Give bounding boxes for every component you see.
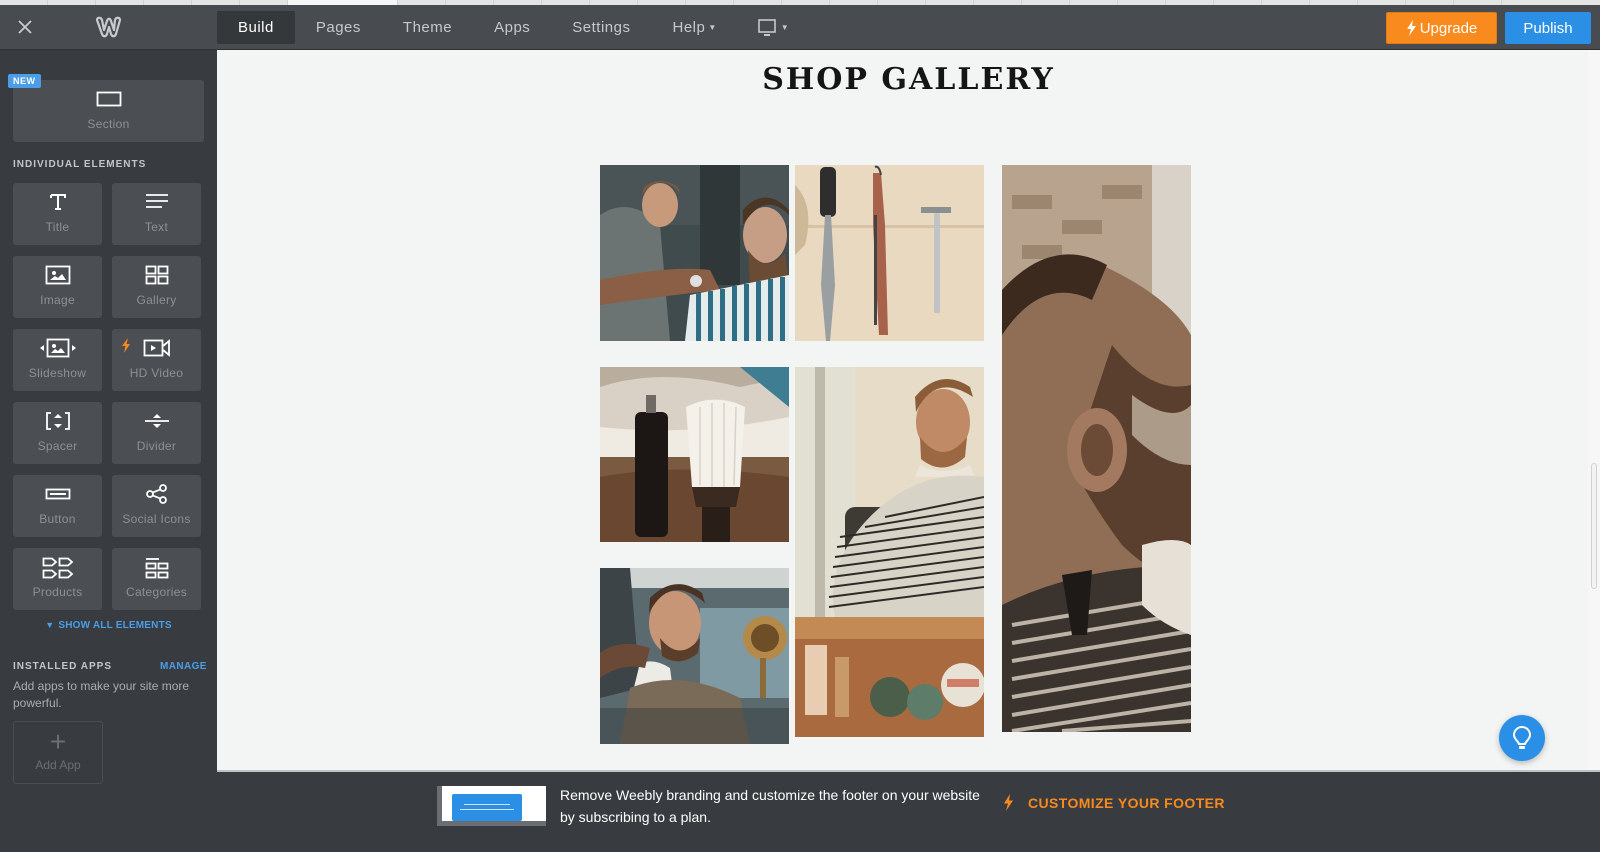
close-editor-button[interactable]: [14, 16, 36, 38]
page-title[interactable]: SHOP GALLERY: [217, 62, 1600, 97]
lightbulb-icon: [1512, 725, 1532, 749]
title-t-icon: [49, 194, 66, 210]
plus-icon: +: [49, 726, 67, 757]
installed-apps-heading: INSTALLED APPS: [13, 661, 113, 672]
text-lines-icon: [145, 194, 168, 208]
canvas-scrollbar[interactable]: [1588, 50, 1600, 770]
element-title[interactable]: Title: [13, 183, 102, 245]
element-slideshow-label: Slideshow: [28, 366, 87, 380]
nav-apps[interactable]: Apps: [473, 11, 551, 44]
lightning-bolt-icon: [1406, 20, 1416, 36]
main-nav: Build Pages Theme Apps Settings Help ▼ ▼: [217, 11, 809, 44]
triangle-down-icon: ▼: [45, 620, 55, 630]
gallery-grid-icon: [145, 265, 168, 285]
element-gallery-label: Gallery: [136, 293, 177, 307]
element-spacer[interactable]: Spacer: [13, 402, 102, 464]
categories-icon: [145, 558, 168, 579]
nav-build-label: Build: [238, 19, 274, 36]
gallery-photo-neck-duster[interactable]: [600, 367, 789, 542]
gallery-photo-man-barber-chair[interactable]: [795, 367, 984, 737]
premium-bolt-icon: [122, 338, 130, 353]
element-slideshow[interactable]: Slideshow: [13, 329, 102, 391]
nav-help[interactable]: Help ▼: [652, 11, 738, 44]
element-hd-video-label: HD Video: [129, 366, 184, 380]
element-social-icons[interactable]: Social Icons: [112, 475, 201, 537]
nav-theme-label: Theme: [402, 19, 453, 36]
gallery-photo-man-in-suit[interactable]: [600, 568, 789, 744]
add-app-label: Add App: [35, 758, 81, 772]
element-text[interactable]: Text: [112, 183, 201, 245]
device-preview-button[interactable]: ▼: [738, 11, 809, 44]
section-label: Section: [87, 117, 130, 131]
element-spacer-label: Spacer: [37, 439, 78, 453]
video-camera-icon: [143, 339, 170, 357]
close-icon: [18, 20, 32, 34]
share-icon: [145, 484, 167, 504]
footer-upsell-message: Remove Weebly branding and customize the…: [560, 787, 980, 825]
footer-upsell-bar: Remove Weebly branding and customize the…: [217, 770, 1600, 852]
gallery-photo-barber-haircut[interactable]: [600, 165, 789, 341]
element-divider-label: Divider: [136, 439, 177, 453]
nav-pages[interactable]: Pages: [295, 11, 382, 44]
nav-build[interactable]: Build: [217, 11, 295, 44]
show-all-elements-link[interactable]: ▼ SHOW ALL ELEMENTS: [0, 620, 217, 631]
scrollbar-thumb[interactable]: [1591, 463, 1597, 589]
weebly-logo-icon: [95, 16, 122, 38]
image-icon: [45, 265, 70, 285]
page-canvas: SHOP GALLERY: [217, 50, 1600, 770]
element-image-label: Image: [40, 293, 75, 307]
element-gallery[interactable]: Gallery: [112, 256, 201, 318]
elements-grid: Title Text Image Gallery Slideshow HD Vi…: [13, 183, 204, 610]
element-button-label: Button: [39, 512, 76, 526]
spacer-icon: [45, 412, 70, 430]
nav-theme[interactable]: Theme: [382, 11, 473, 44]
weebly-logo[interactable]: [94, 15, 122, 39]
manage-apps-link[interactable]: MANAGE: [160, 661, 207, 672]
customize-footer-label: CUSTOMIZE YOUR FOOTER: [1028, 794, 1225, 811]
upgrade-button[interactable]: Upgrade: [1386, 12, 1497, 44]
element-text-label: Text: [144, 220, 169, 234]
nav-apps-label: Apps: [494, 19, 531, 36]
customize-footer-link[interactable]: CUSTOMIZE YOUR FOOTER: [1003, 794, 1225, 811]
element-categories-label: Categories: [125, 585, 188, 599]
publish-label: Publish: [1523, 19, 1573, 37]
caret-down-icon: ▼: [708, 23, 717, 32]
publish-button[interactable]: Publish: [1505, 12, 1591, 44]
nav-settings[interactable]: Settings: [551, 11, 651, 44]
show-all-label: SHOW ALL ELEMENTS: [58, 620, 172, 631]
products-tags-icon: [42, 557, 73, 579]
element-social-icons-label: Social Icons: [122, 512, 191, 526]
elements-sidebar: NEW Section INDIVIDUAL ELEMENTS Title Te…: [0, 50, 217, 852]
section-element[interactable]: Section: [13, 80, 204, 142]
element-title-label: Title: [45, 220, 70, 234]
slideshow-icon: [39, 338, 76, 358]
element-divider[interactable]: Divider: [112, 402, 201, 464]
new-badge: NEW: [8, 74, 41, 88]
nav-settings-label: Settings: [572, 19, 631, 36]
desktop-monitor-icon: [757, 18, 776, 36]
gallery-photo-bearded-man[interactable]: [1002, 165, 1191, 732]
caret-down-icon: ▼: [780, 23, 790, 32]
upgrade-label: Upgrade: [1419, 19, 1478, 37]
nav-pages-label: Pages: [315, 19, 361, 36]
element-button[interactable]: Button: [13, 475, 102, 537]
editor-topbar: Build Pages Theme Apps Settings Help ▼ ▼ …: [0, 5, 1600, 50]
add-app-button[interactable]: + Add App: [13, 721, 103, 784]
individual-elements-heading: INDIVIDUAL ELEMENTS: [13, 159, 147, 170]
divider-icon: [144, 414, 169, 428]
element-image[interactable]: Image: [13, 256, 102, 318]
tips-help-button[interactable]: [1499, 715, 1545, 761]
lightning-bolt-icon: [1004, 794, 1013, 811]
element-hd-video[interactable]: HD Video: [112, 329, 201, 391]
element-products[interactable]: Products: [13, 548, 102, 610]
element-categories[interactable]: Categories: [112, 548, 201, 610]
apps-description: Add apps to make your site more powerful…: [13, 679, 190, 710]
element-products-label: Products: [32, 585, 83, 599]
footer-preview-thumbnail: [437, 786, 546, 826]
nav-help-label: Help: [672, 19, 706, 36]
section-rectangle-icon: [96, 91, 121, 107]
button-icon: [45, 488, 70, 500]
gallery-photo-razor-tools[interactable]: [795, 165, 984, 341]
